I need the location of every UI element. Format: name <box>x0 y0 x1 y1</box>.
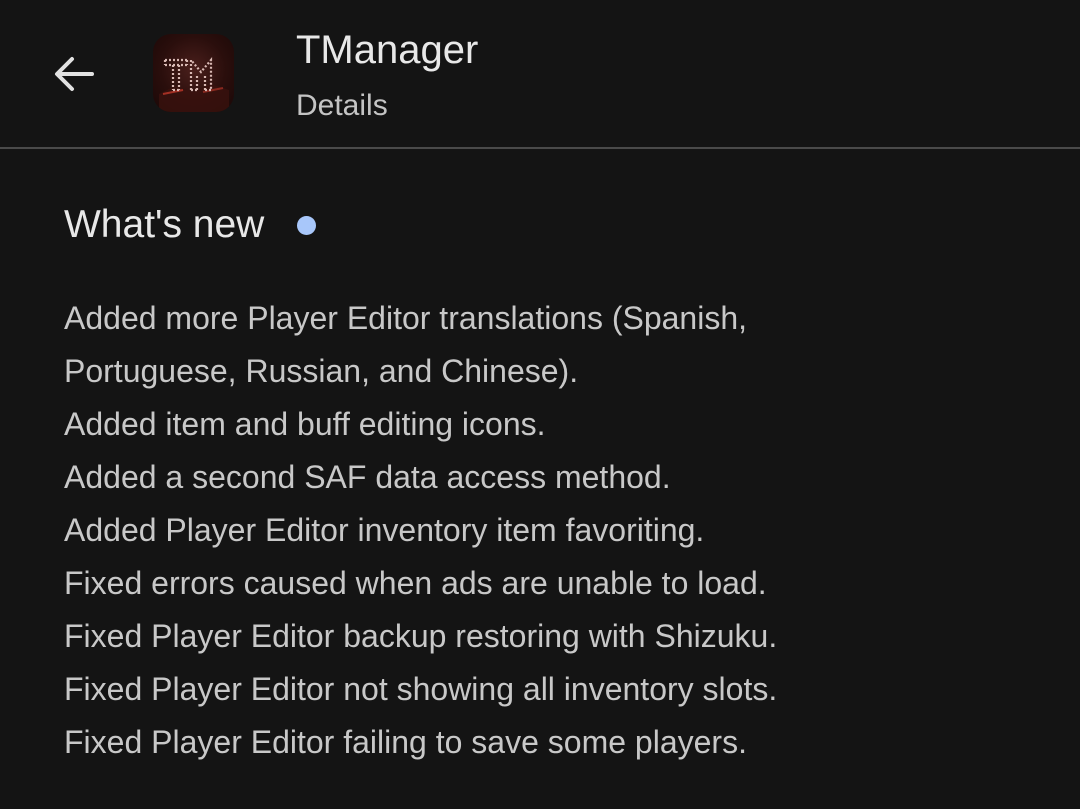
release-note-line: Portuguese, Russian, and Chinese). <box>64 353 579 389</box>
release-note-line: Fixed Player Editor backup restoring wit… <box>64 618 778 654</box>
top-app-bar: TManager Details <box>0 0 1080 148</box>
whats-new-heading: What's new <box>64 203 317 247</box>
page-subtitle: Details <box>296 89 388 122</box>
header-divider <box>0 147 1080 149</box>
whats-new-title: What's new <box>64 203 265 246</box>
release-note-line: Added a second SAF data access method. <box>64 459 671 495</box>
release-note-line: Fixed Player Editor failing to save some… <box>64 724 747 760</box>
release-note-line: Fixed errors caused when ads are unable … <box>64 565 767 601</box>
release-note-line: Fixed Player Editor not showing all inve… <box>64 671 778 707</box>
app-name: TManager <box>296 28 479 72</box>
release-notes-list: Added more Player Editor translations (S… <box>64 292 777 769</box>
new-indicator-dot <box>297 215 317 235</box>
release-note-line: Added item and buff editing icons. <box>64 406 546 442</box>
tmanager-app-icon <box>153 34 234 112</box>
arrow-left-icon <box>55 57 94 91</box>
release-note-line: Added Player Editor inventory item favor… <box>64 512 705 548</box>
release-note-line: Added more Player Editor translations (S… <box>64 300 748 336</box>
back-button[interactable] <box>44 44 104 104</box>
